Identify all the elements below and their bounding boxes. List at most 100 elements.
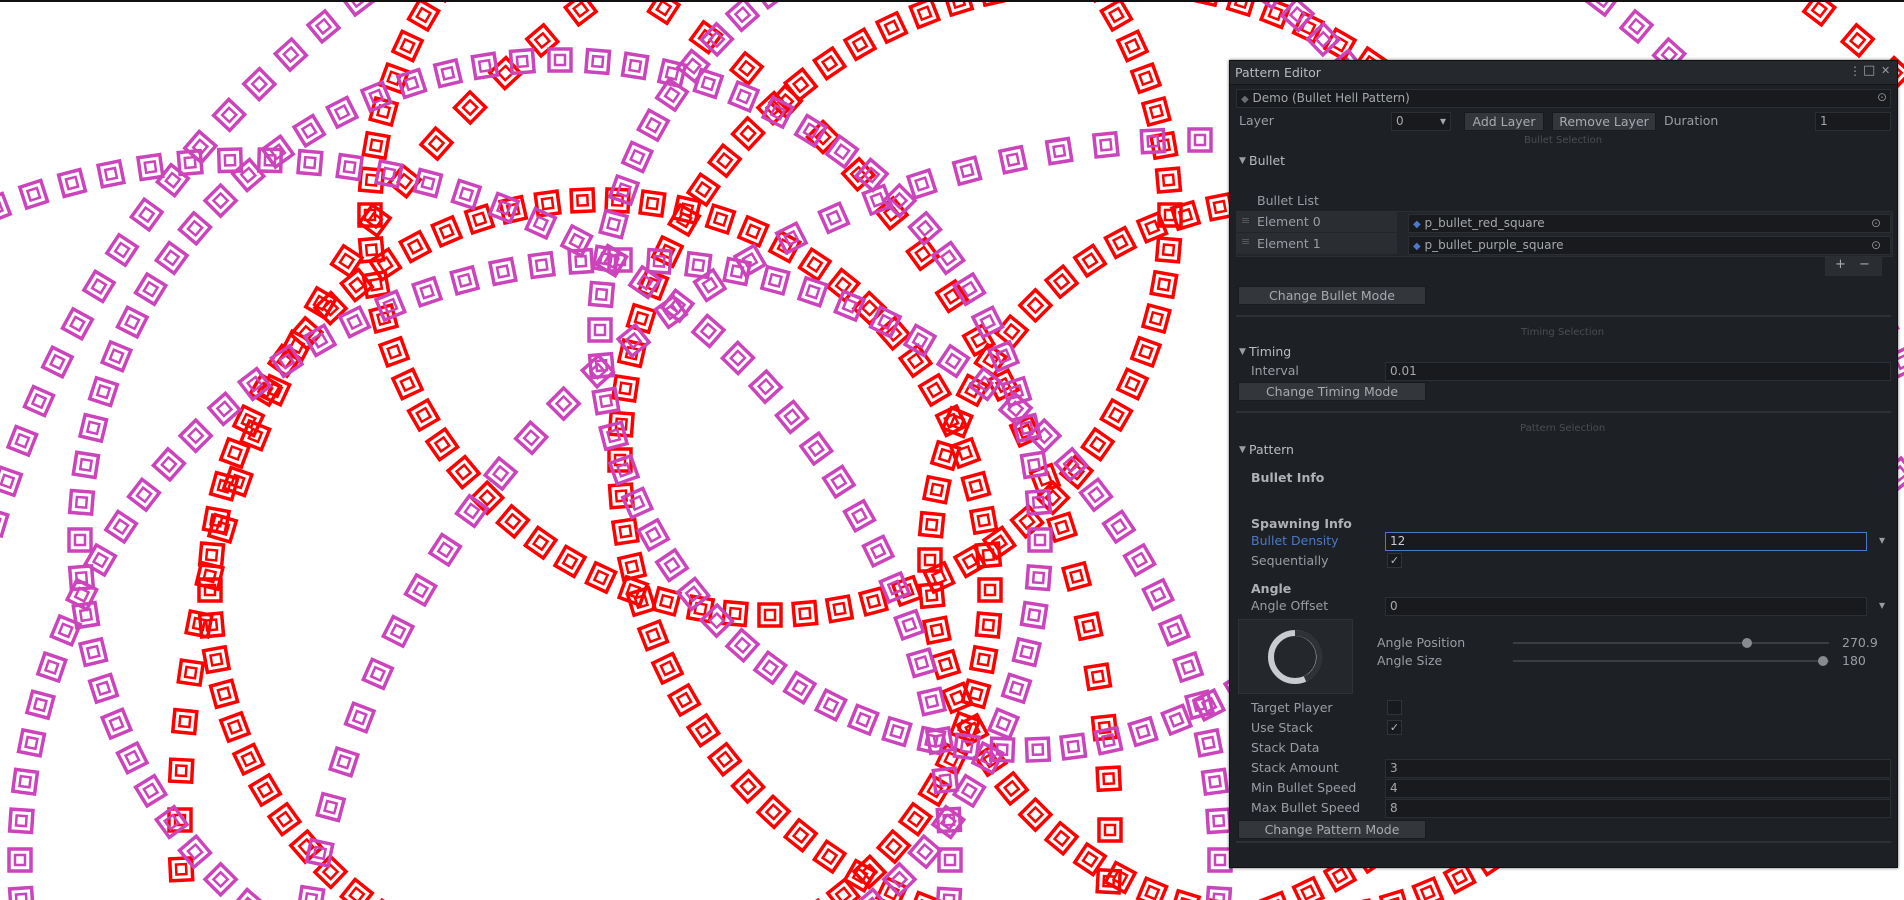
angle-position-label: Angle Position (1377, 635, 1466, 650)
bullet-sprite (0, 465, 24, 498)
angle-size-value[interactable]: 180 (1842, 653, 1866, 668)
window-titlebar[interactable]: Pattern Editor ⋮ □ ✕ (1230, 61, 1897, 85)
pattern-editor-window[interactable]: Pattern Editor ⋮ □ ✕ ◆ Demo (Bullet Hell… (1229, 60, 1898, 868)
asset-object-field[interactable]: ◆ Demo (Bullet Hell Pattern) (1236, 89, 1891, 108)
bullet-sprite (266, 801, 303, 838)
bullet-sprite (99, 339, 134, 373)
element-0-object-field[interactable]: ◆ p_bullet_red_square (1408, 214, 1891, 233)
bullet-section-header[interactable]: Bullet (1249, 153, 1285, 168)
window-title: Pattern Editor (1235, 65, 1321, 80)
sequentially-checkbox[interactable]: ✓ (1387, 553, 1402, 568)
duration-field[interactable]: 1 (1815, 112, 1891, 131)
bullet-sprite (202, 861, 239, 898)
bullet-sprite (24, 689, 57, 721)
bullet-density-field[interactable]: 12 (1385, 532, 1867, 551)
angle-position-value[interactable]: 270.9 (1842, 635, 1878, 650)
list-item[interactable]: ≡ Element 0 (1237, 212, 1397, 232)
bullet-sprite (685, 712, 722, 749)
bullet-sprite (610, 516, 640, 547)
bullet-sprite (824, 594, 855, 624)
bullet-sprite (861, 534, 896, 569)
angle-position-slider-handle[interactable] (1741, 638, 1752, 648)
drag-handle-icon[interactable]: ≡ (1241, 214, 1250, 227)
bullet-sprite (1059, 732, 1088, 761)
bullet-sprite (552, 543, 588, 579)
bullet-sprite (360, 657, 395, 691)
bullet-sprite (1072, 243, 1108, 279)
bullet-sprite (811, 838, 848, 875)
bullet-sprite (935, 886, 963, 900)
bullet-sprite (1115, 367, 1150, 401)
maximize-icon[interactable]: □ (1863, 63, 1875, 78)
bullet-sprite (410, 275, 444, 308)
element-0-target-icon[interactable]: ⊙ (1871, 216, 1881, 230)
bullet-sprite (327, 745, 361, 778)
bullet-sprite (875, 828, 912, 865)
pattern-foldout-icon[interactable]: ▼ (1239, 445, 1246, 455)
element-1-object-field[interactable]: ◆ p_bullet_purple_square (1408, 236, 1891, 255)
change-bullet-mode-button[interactable]: Change Bullet Mode (1238, 286, 1426, 305)
angle-offset-dropdown-icon[interactable]: ▾ (1879, 598, 1885, 612)
bullet-sprite (427, 532, 463, 568)
max-bullet-speed-field[interactable]: 8 (1385, 799, 1891, 818)
bullet-sprite (646, 0, 682, 26)
angle-size-slider[interactable] (1513, 660, 1829, 662)
angle-offset-field[interactable]: 0 (1385, 597, 1867, 616)
bullet-sprite (1839, 22, 1876, 59)
bullet-sprite (1024, 736, 1052, 763)
close-icon[interactable]: ✕ (1881, 64, 1890, 77)
spawning-info-header: Spawning Info (1251, 516, 1352, 531)
menu-icon[interactable]: ⋮ (1849, 64, 1861, 78)
bullet-sprite (403, 572, 439, 608)
asset-target-icon[interactable]: ⊙ (1877, 90, 1887, 104)
bullet-sprite (690, 313, 727, 349)
pattern-selection-caption: Pattern Selection (1520, 423, 1606, 434)
use-stack-checkbox[interactable]: ✓ (1387, 720, 1402, 735)
list-item[interactable]: ≡ Element 1 (1237, 233, 1397, 254)
bullet-sprite (429, 214, 464, 249)
angle-header: Angle (1251, 581, 1292, 596)
bullet-sprite (598, 208, 630, 240)
bullet-sprite (99, 707, 134, 741)
list-footer: + − (1825, 256, 1882, 276)
angle-size-slider-handle[interactable] (1817, 656, 1828, 666)
interval-field[interactable]: 0.01 (1385, 362, 1891, 381)
bullet-sprite (916, 686, 948, 717)
bullet-sprite (997, 144, 1029, 175)
bullet-sprite (922, 560, 956, 595)
bullet-sprite (343, 701, 377, 734)
drag-handle-icon[interactable]: ≡ (1241, 235, 1250, 248)
bullet-sprite (921, 474, 952, 505)
timing-foldout-icon[interactable]: ▼ (1239, 347, 1246, 357)
timing-section-header[interactable]: Timing (1249, 344, 1291, 359)
bullet-sprite (406, 0, 442, 33)
target-player-checkbox[interactable] (1387, 700, 1402, 715)
remove-layer-button[interactable]: Remove Layer (1552, 112, 1656, 131)
element-1-target-icon[interactable]: ⊙ (1871, 238, 1881, 252)
min-bullet-speed-field[interactable]: 4 (1385, 779, 1891, 798)
bullet-foldout-icon[interactable]: ▼ (1239, 156, 1246, 166)
remove-element-icon[interactable]: − (1859, 257, 1870, 272)
angle-position-slider[interactable] (1513, 642, 1829, 644)
bullet-sprite (620, 140, 655, 174)
layer-dropdown[interactable]: 0 ▾ (1391, 112, 1451, 131)
bullet-sprite (868, 304, 903, 339)
bullet-sprite (1083, 662, 1113, 692)
bullet-sprite (692, 67, 725, 100)
bullet-sprite (908, 890, 942, 900)
bullet-sprite (5, 424, 39, 458)
bullet-sprite (1157, 613, 1191, 648)
bullet-sprite (67, 527, 93, 553)
add-layer-button[interactable]: Add Layer (1464, 112, 1544, 131)
bullet-sprite (1154, 236, 1183, 264)
density-dropdown-icon[interactable]: ▾ (1879, 533, 1885, 547)
bullet-sprite (128, 196, 165, 233)
bullet-selection-caption: Bullet Selection (1524, 135, 1603, 146)
bullet-sprite (797, 246, 833, 283)
change-pattern-mode-button[interactable]: Change Pattern Mode (1238, 820, 1426, 839)
change-timing-mode-button[interactable]: Change Timing Mode (1238, 382, 1426, 401)
add-element-icon[interactable]: + (1835, 257, 1846, 272)
bullet-sprite (986, 707, 1021, 741)
stack-amount-field[interactable]: 3 (1385, 759, 1891, 778)
pattern-section-header[interactable]: Pattern (1249, 442, 1294, 457)
